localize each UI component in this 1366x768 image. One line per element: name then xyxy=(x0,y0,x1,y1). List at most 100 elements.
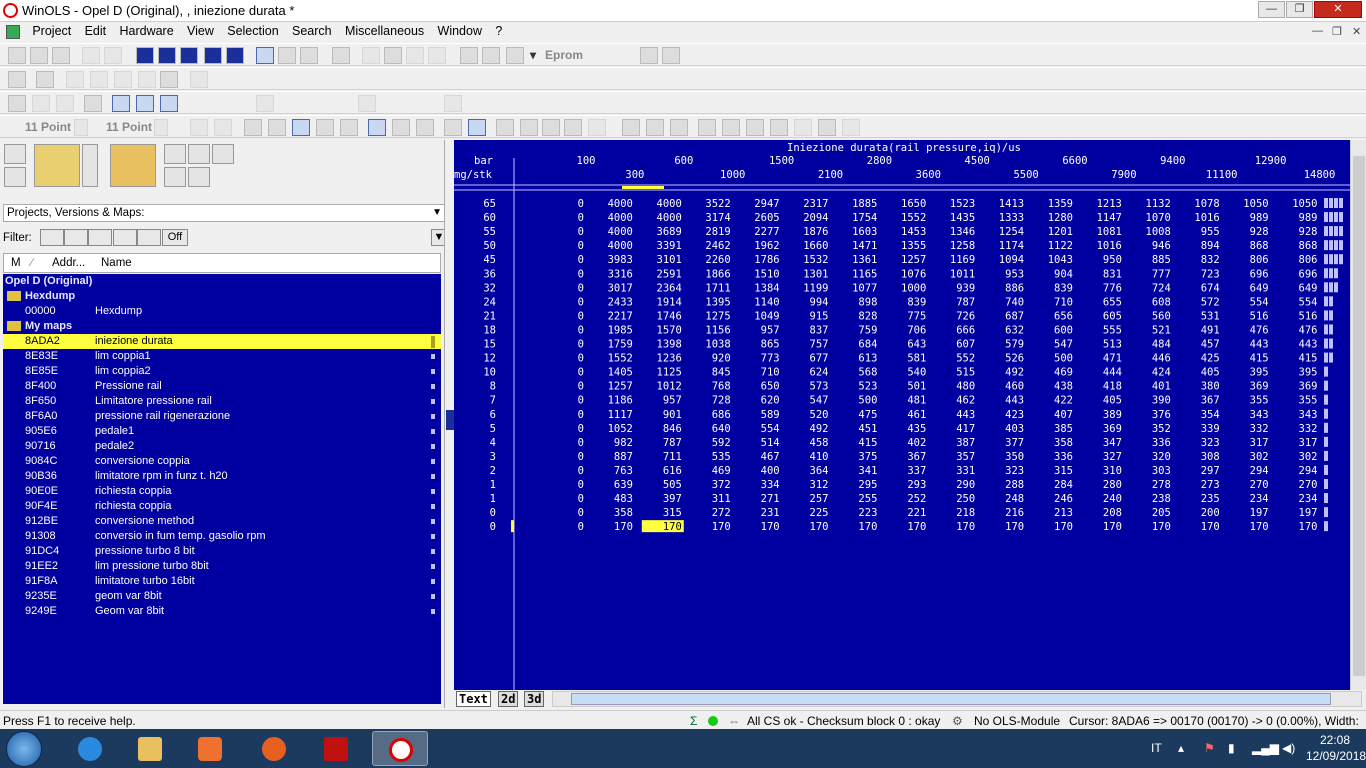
eprom-button[interactable]: Eprom xyxy=(545,48,583,62)
start-button[interactable] xyxy=(6,731,42,767)
menu-window[interactable]: Window xyxy=(433,22,487,40)
forward-icon[interactable] xyxy=(428,47,446,64)
back-icon[interactable] xyxy=(362,47,380,64)
mdi-minimize-button[interactable]: — xyxy=(1312,25,1323,37)
hscroll-thumb[interactable] xyxy=(571,693,1331,705)
32bit-icon[interactable] xyxy=(316,119,334,136)
open-dropdown-button[interactable] xyxy=(82,144,98,187)
8bit-icon[interactable] xyxy=(268,119,286,136)
new-project-button[interactable] xyxy=(4,144,26,164)
org-diff-icon[interactable] xyxy=(588,119,606,136)
window-split-icon[interactable] xyxy=(84,95,102,112)
list-item[interactable]: 8F6A0 pressione rail rigenerazione xyxy=(3,409,441,424)
list-item[interactable]: 8E83E lim coppia1 xyxy=(3,349,441,364)
app-menu-icon[interactable] xyxy=(6,25,20,39)
signal-icon[interactable]: ▂▄▆ xyxy=(1252,741,1279,755)
chart-icon[interactable] xyxy=(8,95,26,112)
list-item[interactable]: 91EE2 lim pressione turbo 8bit xyxy=(3,559,441,574)
taskbar-explorer[interactable] xyxy=(122,731,178,766)
list-item[interactable]: 91F8A limitatore turbo 16bit xyxy=(3,574,441,589)
projects-versions-maps-dropdown[interactable]: Projects, Versions & Maps: ▼ xyxy=(3,204,446,222)
map-list[interactable]: Opel D (Original) Hexdump 00000 Hexdump My m… xyxy=(3,274,441,704)
minimize-button[interactable]: — xyxy=(1258,1,1285,18)
print-icon[interactable] xyxy=(52,47,70,64)
context-help-icon[interactable] xyxy=(662,47,680,64)
f-icon[interactable] xyxy=(460,47,478,64)
list-view-icon[interactable] xyxy=(256,47,274,64)
compare-icon[interactable] xyxy=(82,47,100,64)
filter-a-button[interactable] xyxy=(40,229,64,246)
write-icon[interactable] xyxy=(90,71,108,88)
taskbar-acrobat[interactable] xyxy=(308,731,364,766)
list-item[interactable]: 8ADA2 iniezione durata xyxy=(3,334,441,349)
font-size-2[interactable]: 11 Point xyxy=(106,120,152,134)
insert-d-icon[interactable] xyxy=(770,119,788,136)
menu-edit[interactable]: Edit xyxy=(80,22,112,40)
menu-miscellaneous[interactable]: Miscellaneous xyxy=(340,22,429,40)
list-item[interactable]: 91308 conversio in fum temp. gasolio rpm xyxy=(3,529,441,544)
filter-c-button[interactable] xyxy=(88,229,112,246)
collapse-arrow-icon[interactable] xyxy=(446,410,454,430)
insert-b-icon[interactable] xyxy=(722,119,740,136)
taskbar-winols[interactable] xyxy=(372,731,428,766)
plug-icon[interactable] xyxy=(8,71,26,88)
next-icon[interactable] xyxy=(204,47,222,64)
taskbar-ie[interactable] xyxy=(62,731,118,766)
list-item[interactable]: 90E0E richiesta coppia xyxy=(3,484,441,499)
project-folder-button[interactable] xyxy=(110,144,156,187)
font-spin-1-icon[interactable] xyxy=(74,119,88,136)
16bit-icon[interactable] xyxy=(292,119,310,136)
sum-disabled-icon[interactable] xyxy=(842,119,860,136)
tab-2d[interactable]: 2d xyxy=(498,691,519,707)
menu-search[interactable]: Search xyxy=(287,22,337,40)
dropdown-arrow-icon[interactable]: ▾ xyxy=(530,48,536,62)
p-icon[interactable] xyxy=(506,47,524,64)
list-item[interactable]: 90F4E richiesta coppia xyxy=(3,499,441,514)
ff-icon[interactable] xyxy=(392,119,410,136)
filter-b-button[interactable] xyxy=(64,229,88,246)
search-map-icon[interactable] xyxy=(278,47,296,64)
mode-a-icon[interactable] xyxy=(112,95,130,112)
clock-time[interactable]: 22:08 xyxy=(1320,733,1350,747)
spin-a-icon[interactable] xyxy=(256,95,274,112)
group-node[interactable]: My maps xyxy=(3,319,441,334)
menu-selection[interactable]: Selection xyxy=(222,22,283,40)
close-button[interactable]: ✕ xyxy=(1314,1,1362,18)
vscroll-thumb[interactable] xyxy=(1353,156,1365,676)
insert-e-icon[interactable] xyxy=(794,119,812,136)
list-item[interactable]: 912BE conversione method xyxy=(3,514,441,529)
font-spin-2-icon[interactable] xyxy=(154,119,168,136)
map-editor[interactable]: Iniezione durata(rail pressure,iq)/us ba… xyxy=(454,140,1350,690)
menu-hardware[interactable]: Hardware xyxy=(114,22,178,40)
compare2-icon[interactable] xyxy=(104,47,122,64)
delta-icon[interactable] xyxy=(520,119,538,136)
previous-icon[interactable] xyxy=(158,47,176,64)
factor-icon[interactable] xyxy=(542,119,560,136)
filter-off-button[interactable]: Off xyxy=(162,229,188,246)
verify-icon[interactable] xyxy=(114,71,132,88)
list-item[interactable]: 9249E Geom var 8bit xyxy=(3,604,441,619)
tab-3d[interactable]: 3d xyxy=(524,691,545,707)
mode-b-icon[interactable] xyxy=(136,95,154,112)
filter-d-button[interactable] xyxy=(113,229,137,246)
mdi-restore-button[interactable]: ❐ xyxy=(1332,25,1342,38)
org-icon[interactable] xyxy=(564,119,582,136)
panel-splitter[interactable] xyxy=(444,140,454,708)
tool-a-icon[interactable] xyxy=(32,95,50,112)
help-icon[interactable] xyxy=(640,47,658,64)
clock-date[interactable]: 12/09/2018 xyxy=(1306,749,1366,763)
info-icon[interactable] xyxy=(190,71,208,88)
tab-text[interactable]: Text xyxy=(456,691,491,707)
first-icon[interactable] xyxy=(136,47,154,64)
grid-icon[interactable] xyxy=(180,47,198,64)
menu-project[interactable]: Project xyxy=(27,22,76,40)
copy-icon[interactable] xyxy=(646,119,664,136)
open-project-button[interactable] xyxy=(34,144,80,187)
taskbar-media[interactable] xyxy=(182,731,238,766)
list-button[interactable] xyxy=(188,167,210,187)
v-icon[interactable] xyxy=(482,47,500,64)
program-icon[interactable] xyxy=(160,71,178,88)
list-item[interactable]: 90716 pedale2 xyxy=(3,439,441,454)
menu-help[interactable]: ? xyxy=(490,22,507,40)
save-icon[interactable] xyxy=(30,47,48,64)
